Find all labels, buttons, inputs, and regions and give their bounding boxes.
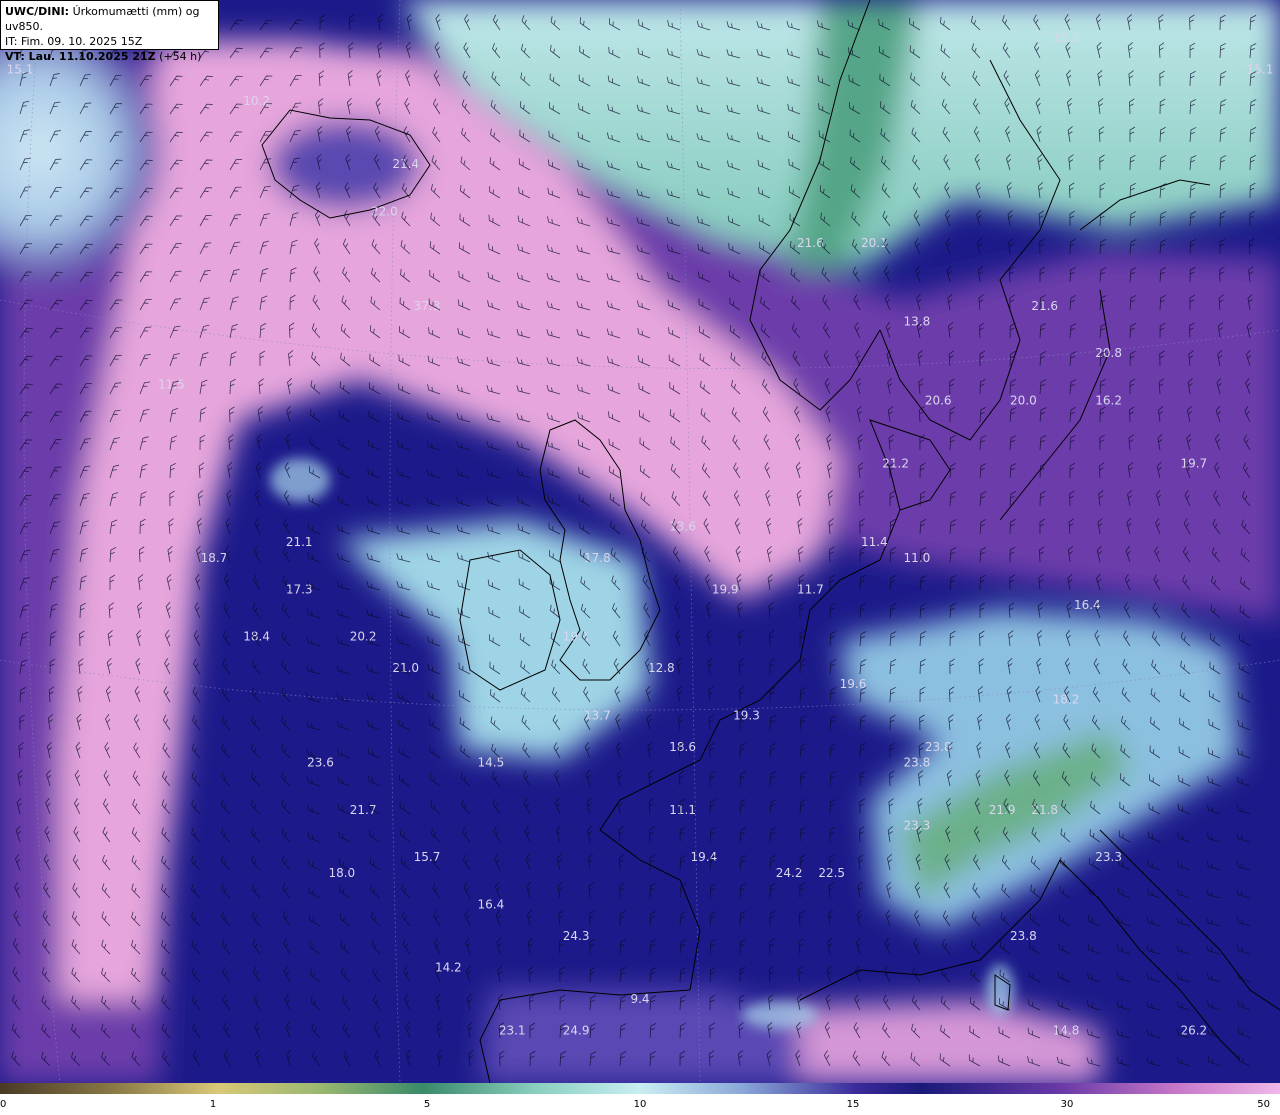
value-label: 19.3	[733, 708, 760, 722]
value-label: 18.7	[201, 551, 228, 565]
colorbar: 0 1 5 10 15 30 50	[0, 1083, 1280, 1115]
value-label: 14.8	[1053, 1023, 1080, 1037]
value-label: 21.9	[989, 803, 1016, 817]
speckle-baleares	[742, 1001, 818, 1029]
colorbar-tick: 10	[633, 1099, 647, 1110]
value-label: 16.2	[1095, 393, 1122, 407]
value-label: 15.1	[7, 63, 34, 77]
value-label: 26.2	[1180, 1023, 1207, 1037]
value-label: 21.6	[1031, 299, 1058, 313]
value-label: 13.6	[669, 519, 696, 533]
value-label: 11.7	[797, 582, 824, 596]
value-label: 24.9	[563, 1023, 590, 1037]
colorbar-tick: 50	[1257, 1099, 1270, 1110]
colorbar-tick: 15	[846, 1099, 860, 1110]
value-label: 10.2	[243, 94, 270, 108]
value-label: 18.0	[328, 866, 355, 880]
speckle-west	[270, 458, 330, 502]
value-label: 17.8	[584, 551, 611, 565]
lead-time: (+54 h)	[155, 50, 202, 63]
value-label: 23.3	[1095, 850, 1122, 864]
value-label: 24.3	[563, 929, 590, 943]
colorbar-tick: 0	[0, 1099, 7, 1110]
value-label: 20.8	[1095, 346, 1122, 360]
value-label: 16.4	[478, 897, 505, 911]
value-label: 15.5	[1053, 31, 1080, 45]
value-label: 21.8	[1031, 803, 1058, 817]
value-label: 19.7	[1180, 456, 1207, 470]
value-label: 11.0	[904, 551, 931, 565]
value-label: 9.4	[630, 992, 649, 1006]
value-label: 21.6	[797, 236, 824, 250]
value-label: 19.6	[840, 677, 867, 691]
model-name: UWC/DINI:	[5, 5, 70, 18]
value-label: 20.6	[925, 393, 952, 407]
value-label: 12.8	[648, 661, 675, 675]
valid-time: VT: Lau. 11.10.2025 21Z	[5, 50, 156, 63]
map-legend: UWC/DINI: Úrkomumætti (mm) og uv850. IT:…	[0, 0, 219, 63]
value-label: 20.1	[861, 236, 888, 250]
value-label: 21.1	[286, 535, 313, 549]
value-label: 14.5	[478, 756, 505, 770]
value-label: 23.8	[925, 740, 952, 754]
precipitable-water-map: 15.110.221.422.037.311.515.515.121.6 20.1…	[0, 0, 1280, 1083]
value-label: 22.5	[818, 866, 845, 880]
init-time: IT: Fim. 09. 10. 2025 15Z	[5, 35, 143, 48]
value-label: 23.6	[307, 756, 334, 770]
colorbar-tick: 1	[209, 1099, 217, 1110]
value-label: 21.2	[882, 456, 909, 470]
value-label: 18.6	[669, 740, 696, 754]
value-label: 20.2	[350, 630, 377, 644]
colorbar-strip	[0, 1083, 1280, 1094]
colorbar-tick: 5	[423, 1099, 431, 1110]
value-label: 23.8	[904, 756, 931, 770]
value-label: 13.8	[904, 315, 931, 329]
value-label: 15.7	[414, 850, 441, 864]
value-label: 37.3	[414, 299, 441, 313]
value-label: 19.9	[712, 582, 739, 596]
value-label: 23.8	[1010, 929, 1037, 943]
value-label: 23.1	[499, 1023, 526, 1037]
colorbar-tick: 30	[1060, 1099, 1074, 1110]
value-label: 20.0	[1010, 393, 1037, 407]
value-label: 24.2	[776, 866, 803, 880]
